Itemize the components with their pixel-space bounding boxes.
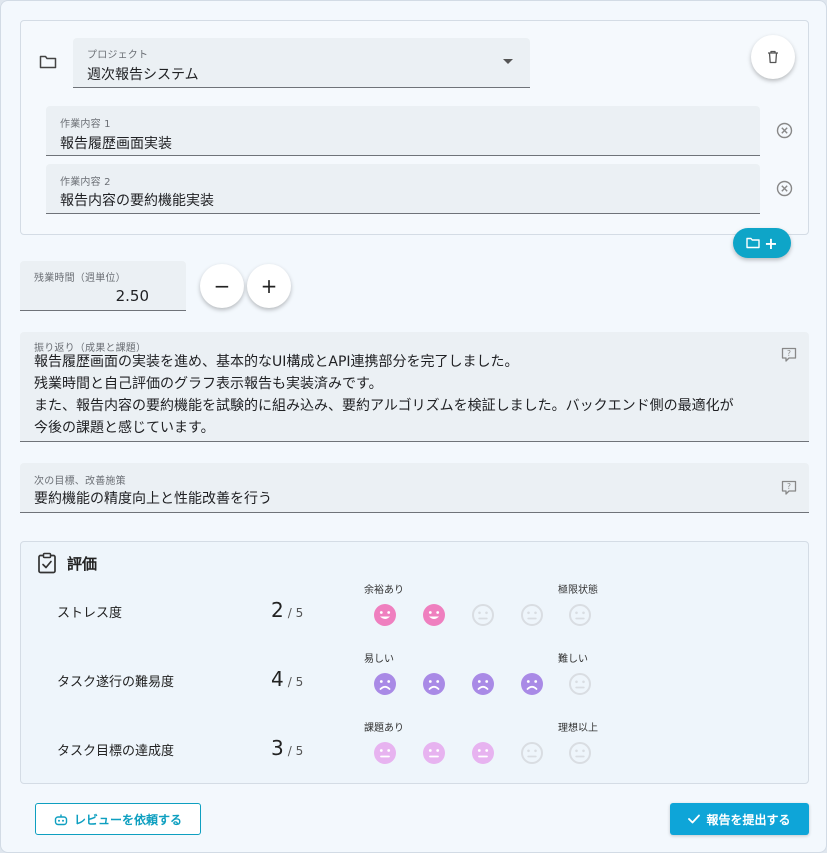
task-value-1: 報告履歴画面実装 bbox=[60, 136, 172, 152]
rating-score: 3/ 5 bbox=[271, 736, 303, 760]
folder-add-icon bbox=[746, 237, 760, 249]
clear-icon[interactable] bbox=[776, 180, 793, 197]
rating-label: タスク目標の達成度 bbox=[57, 744, 175, 759]
project-label: プロジェクト bbox=[87, 50, 149, 61]
rating-scale-low: 課題あり bbox=[364, 723, 404, 734]
rating-score-max: / 5 bbox=[287, 606, 304, 620]
rating-face-icon[interactable] bbox=[520, 741, 544, 765]
svg-text:?: ? bbox=[787, 349, 791, 358]
rating-score-value: 3 bbox=[271, 736, 284, 760]
overtime-value: 2.50 bbox=[115, 287, 149, 305]
task-label-2: 作業内容 2 bbox=[60, 177, 111, 188]
rating-face-icon[interactable] bbox=[373, 672, 397, 696]
request-review-button[interactable]: レビューを依頼する bbox=[35, 803, 201, 835]
rating-face-icon[interactable] bbox=[471, 603, 495, 627]
dropdown-arrow-icon bbox=[503, 59, 513, 64]
request-review-label: レビューを依頼する bbox=[73, 812, 182, 827]
rating-face-icon[interactable] bbox=[568, 672, 592, 696]
robot-icon bbox=[54, 814, 68, 825]
rating-label: ストレス度 bbox=[57, 606, 123, 621]
overtime-field[interactable]: 残業時間（週単位） 2.50 bbox=[20, 261, 186, 311]
rating-score-value: 2 bbox=[271, 598, 284, 622]
rating-face-icon[interactable] bbox=[373, 603, 397, 627]
task-value-2: 報告内容の要約機能実装 bbox=[60, 193, 214, 209]
trash-icon bbox=[768, 50, 778, 64]
next-goal-field[interactable]: 次の目標、改善施策 要約機能の精度向上と性能改善を行う bbox=[20, 463, 809, 513]
rating-scale-high: 極限状態 bbox=[558, 585, 598, 596]
overtime-label: 残業時間（週単位） bbox=[34, 273, 126, 284]
report-panel: プロジェクト 週次報告システム 作業内容 1 報告履歴画面実装 作業内容 2 報… bbox=[0, 0, 827, 853]
rating-score: 4/ 5 bbox=[271, 667, 303, 691]
svg-text:?: ? bbox=[787, 482, 791, 491]
reflection-value: 報告履歴画面の実装を進め、基本的なUI構成とAPI連携部分を完了しました。 残業… bbox=[34, 354, 734, 436]
reflection-field[interactable]: 振り返り（成果と課題） 報告履歴画面の実装を進め、基本的なUI構成とAPI連携部… bbox=[20, 332, 809, 442]
folder-icon bbox=[39, 55, 57, 69]
plus-glyph: + bbox=[764, 233, 778, 253]
rating-face-icon[interactable] bbox=[422, 603, 446, 627]
submit-report-label: 報告を提出する bbox=[706, 812, 791, 827]
next-goal-label: 次の目標、改善施策 bbox=[34, 476, 126, 487]
rating-scale-high: 理想以上 bbox=[558, 723, 598, 734]
task-field-1[interactable]: 作業内容 1 報告履歴画面実装 bbox=[46, 106, 760, 156]
task-field-2[interactable]: 作業内容 2 報告内容の要約機能実装 bbox=[46, 164, 760, 214]
rating-face-icon[interactable] bbox=[422, 741, 446, 765]
help-icon[interactable]: ? bbox=[781, 480, 797, 495]
rating-face-icon[interactable] bbox=[373, 741, 397, 765]
clear-icon[interactable] bbox=[776, 122, 793, 139]
next-goal-value: 要約機能の精度向上と性能改善を行う bbox=[34, 491, 272, 507]
add-task-button[interactable]: + bbox=[733, 228, 791, 258]
delete-project-button[interactable] bbox=[751, 35, 795, 79]
check-icon bbox=[688, 814, 701, 824]
rating-score-max: / 5 bbox=[287, 744, 304, 758]
rating-scale-low: 易しい bbox=[364, 654, 394, 665]
project-value: 週次報告システム bbox=[87, 67, 199, 83]
rating-face-icon[interactable] bbox=[568, 741, 592, 765]
help-icon[interactable]: ? bbox=[781, 347, 797, 362]
rating-scale-high: 難しい bbox=[558, 654, 588, 665]
rating-face-icon[interactable] bbox=[520, 603, 544, 627]
rating-label: タスク遂行の難易度 bbox=[57, 675, 175, 690]
rating-score: 2/ 5 bbox=[271, 598, 303, 622]
increment-button[interactable]: + bbox=[247, 264, 291, 308]
rating-face-icon[interactable] bbox=[471, 672, 495, 696]
submit-report-button[interactable]: 報告を提出する bbox=[670, 803, 809, 835]
rating-face-icon[interactable] bbox=[568, 603, 592, 627]
task-label-1: 作業内容 1 bbox=[60, 119, 111, 130]
clipboard-check-icon bbox=[38, 552, 56, 574]
evaluation-title: 評価 bbox=[67, 555, 98, 573]
rating-face-icon[interactable] bbox=[422, 672, 446, 696]
project-select[interactable]: プロジェクト 週次報告システム bbox=[73, 38, 530, 88]
rating-scale-low: 余裕あり bbox=[364, 585, 404, 596]
rating-score-max: / 5 bbox=[287, 675, 304, 689]
rating-score-value: 4 bbox=[271, 667, 284, 691]
rating-face-icon[interactable] bbox=[471, 741, 495, 765]
rating-face-icon[interactable] bbox=[520, 672, 544, 696]
decrement-button[interactable]: − bbox=[200, 264, 244, 308]
